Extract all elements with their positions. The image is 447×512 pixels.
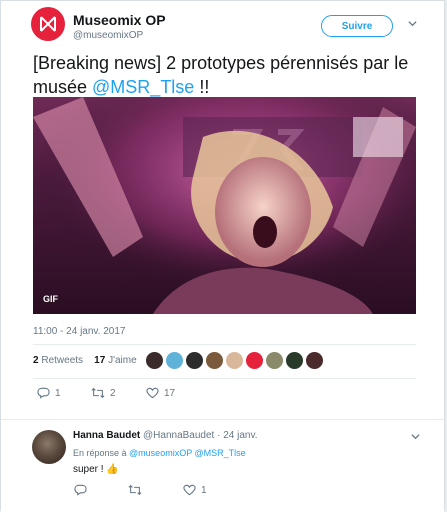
reply-retweet-action[interactable] bbox=[128, 484, 147, 496]
author-handle[interactable]: @museomixOP bbox=[73, 30, 143, 41]
heart-icon bbox=[183, 484, 196, 496]
reply-action[interactable]: 1 bbox=[37, 387, 61, 399]
divider bbox=[33, 344, 416, 345]
reply-to-users[interactable]: @museomixOP @MSR_Tlse bbox=[129, 448, 246, 458]
likes-stat[interactable]: 17 J'aime bbox=[94, 355, 137, 366]
author-name[interactable]: Museomix OP bbox=[73, 12, 166, 28]
retweets-label: Retweets bbox=[41, 355, 84, 366]
mention-link[interactable]: @MSR_Tlse bbox=[92, 77, 194, 97]
tweet-text-body: [Breaking news] 2 prototypes pérennisés … bbox=[33, 53, 409, 97]
reply-author-name[interactable]: Hanna Baudet bbox=[73, 430, 140, 441]
retweet-icon bbox=[91, 387, 105, 399]
gif-badge: GIF bbox=[43, 294, 58, 304]
reply-count: 1 bbox=[55, 387, 61, 399]
reply-icon bbox=[37, 387, 50, 399]
heart-icon bbox=[146, 387, 159, 399]
liker-avatar[interactable] bbox=[165, 351, 184, 370]
follow-button[interactable]: Suivre bbox=[321, 15, 393, 37]
gif-frame bbox=[33, 97, 416, 314]
author-avatar[interactable] bbox=[31, 7, 65, 41]
retweet-icon bbox=[128, 484, 142, 496]
tweet-timestamp[interactable]: 11:00 - 24 janv. 2017 bbox=[33, 326, 125, 337]
museomix-logo-icon bbox=[40, 16, 56, 32]
like-count: 17 bbox=[164, 387, 176, 399]
reply-icon bbox=[74, 484, 87, 496]
retweets-stat[interactable]: 2 Retweets bbox=[33, 355, 83, 366]
reply-like-action[interactable]: 1 bbox=[183, 484, 207, 496]
retweet-action[interactable]: 2 bbox=[91, 387, 116, 399]
tweet-card: Museomix OP @museomixOP Suivre [Breaking… bbox=[0, 0, 445, 512]
liker-avatar[interactable] bbox=[245, 351, 264, 370]
reply-to-prefix: En réponse à bbox=[73, 448, 130, 458]
chevron-down-icon[interactable] bbox=[408, 19, 417, 28]
reply-text: super ! 👍 bbox=[73, 464, 119, 475]
tweet-text-suffix: !! bbox=[194, 77, 210, 97]
liker-avatar[interactable] bbox=[305, 351, 324, 370]
chevron-down-icon[interactable] bbox=[411, 432, 420, 441]
retweets-count: 2 bbox=[33, 355, 39, 366]
retweet-count: 2 bbox=[110, 387, 116, 399]
liker-avatar[interactable] bbox=[225, 351, 244, 370]
tweet-stats: 2 Retweets 17 J'aime bbox=[33, 355, 137, 366]
likes-label: J'aime bbox=[108, 355, 137, 366]
like-action[interactable]: 17 bbox=[146, 387, 175, 399]
reply-author-handle[interactable]: @HannaBaudet · 24 janv. bbox=[143, 430, 257, 441]
gif-media[interactable]: GIF bbox=[33, 97, 416, 314]
likes-count: 17 bbox=[94, 355, 106, 366]
liker-avatar[interactable] bbox=[185, 351, 204, 370]
liker-avatar[interactable] bbox=[145, 351, 164, 370]
reply-like-count: 1 bbox=[201, 484, 207, 496]
liker-avatar[interactable] bbox=[205, 351, 224, 370]
reply-reply-action[interactable] bbox=[74, 484, 92, 496]
reply-header: Hanna Baudet @HannaBaudet · 24 janv. bbox=[73, 430, 258, 441]
liker-avatar[interactable] bbox=[265, 351, 284, 370]
divider bbox=[33, 378, 416, 379]
tweet-text: [Breaking news] 2 prototypes pérennisés … bbox=[33, 51, 433, 99]
reply-to-line: En réponse à @museomixOP @MSR_Tlse bbox=[73, 448, 246, 458]
liker-avatar[interactable] bbox=[285, 351, 304, 370]
reply-author-avatar[interactable] bbox=[32, 430, 66, 464]
